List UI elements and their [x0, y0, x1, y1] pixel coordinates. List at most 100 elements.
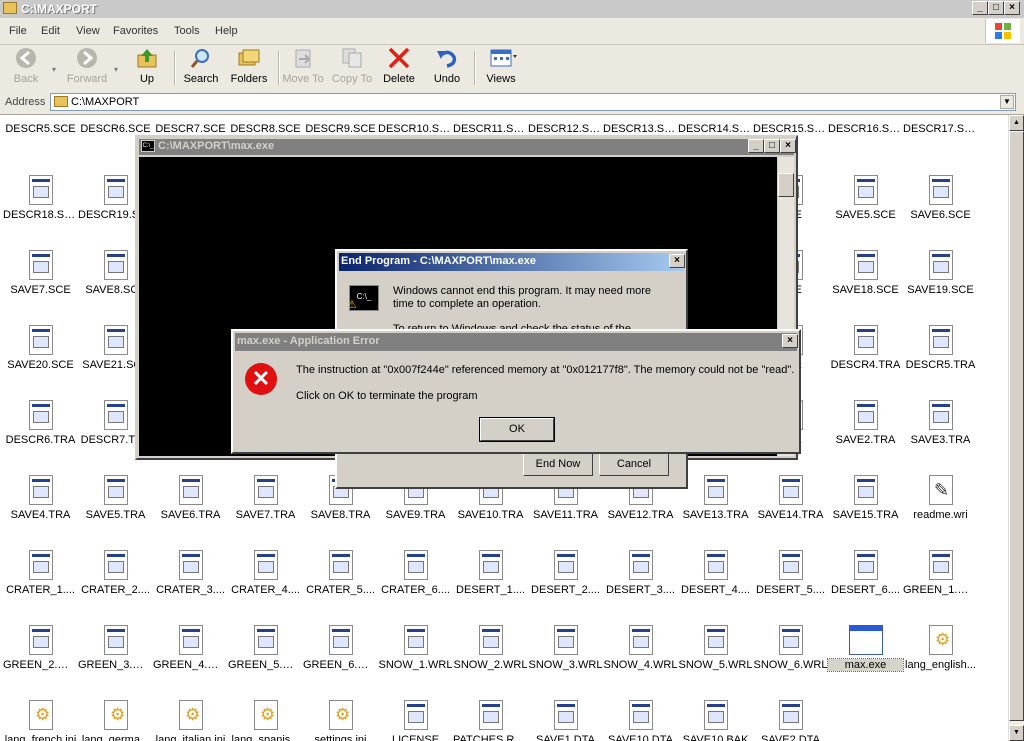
file-item[interactable]: SNOW_3.WRL: [528, 625, 603, 700]
file-item[interactable]: SAVE10.BAK: [678, 700, 753, 741]
file-item[interactable]: SAVE14.TRA: [753, 475, 828, 550]
file-item[interactable]: DESERT_4....: [678, 550, 753, 625]
file-item[interactable]: CRATER_2....: [78, 550, 153, 625]
file-item[interactable]: lang_italian.ini: [153, 700, 228, 741]
end-program-close-button[interactable]: ×: [669, 254, 685, 268]
file-item[interactable]: LICENSE: [378, 700, 453, 741]
scroll-up-arrow-icon[interactable]: ▲: [1009, 115, 1024, 131]
back-dropdown-icon[interactable]: ▾: [52, 65, 56, 74]
file-item[interactable]: SNOW_4.WRL: [603, 625, 678, 700]
application-error-close-button[interactable]: ×: [782, 334, 798, 348]
views-button[interactable]: Views: [481, 47, 521, 89]
file-item[interactable]: SAVE6.SCE: [903, 175, 978, 250]
file-item[interactable]: SNOW_2.WRL: [453, 625, 528, 700]
menu-edit[interactable]: Edit: [41, 25, 60, 37]
maximize-button[interactable]: □: [988, 1, 1004, 15]
file-item[interactable]: GREEN_5.WRL: [228, 625, 303, 700]
ok-button[interactable]: OK: [479, 417, 555, 442]
window-title-bar[interactable]: C:\MAXPORT _ □ ×: [0, 0, 1024, 18]
end-now-button[interactable]: End Now: [523, 453, 593, 476]
file-item[interactable]: DESERT_3....: [603, 550, 678, 625]
file-item[interactable]: GREEN_3.WRL: [78, 625, 153, 700]
file-item[interactable]: CRATER_3....: [153, 550, 228, 625]
file-item[interactable]: SAVE2.DTA: [753, 700, 828, 741]
file-item[interactable]: SAVE2.TRA: [828, 400, 903, 475]
file-item[interactable]: SAVE15.TRA: [828, 475, 903, 550]
menu-file[interactable]: File: [9, 25, 27, 37]
up-button[interactable]: Up: [130, 47, 164, 89]
file-icon: [554, 550, 578, 580]
console-scroll-thumb[interactable]: [778, 173, 794, 197]
minimize-button[interactable]: _: [972, 1, 988, 15]
file-item[interactable]: settings.ini: [303, 700, 378, 741]
file-item[interactable]: GREEN_2.WRL: [3, 625, 78, 700]
address-dropdown-icon[interactable]: ▼: [1000, 95, 1014, 109]
file-item[interactable]: CRATER_5....: [303, 550, 378, 625]
file-item[interactable]: SAVE13.TRA: [678, 475, 753, 550]
file-item[interactable]: SNOW_1.WRL: [378, 625, 453, 700]
menu-favorites[interactable]: Favorites: [113, 25, 158, 37]
file-item[interactable]: DESCR6.TRA: [3, 400, 78, 475]
file-name: SAVE19.SCE: [907, 284, 974, 296]
file-item[interactable]: SAVE3.TRA: [903, 400, 978, 475]
console-maximize-button[interactable]: □: [764, 139, 780, 153]
console-close-button[interactable]: ×: [780, 139, 796, 153]
menu-view[interactable]: View: [76, 25, 100, 37]
menu-help[interactable]: Help: [215, 25, 238, 37]
close-button[interactable]: ×: [1004, 1, 1020, 15]
cancel-button[interactable]: Cancel: [599, 453, 669, 476]
end-program-title-bar[interactable]: End Program - C:\MAXPORT\max.exe ×: [339, 253, 685, 271]
file-item[interactable]: DESCR18.SCE: [3, 175, 78, 250]
folders-icon: [237, 47, 261, 69]
file-item[interactable]: CRATER_4....: [228, 550, 303, 625]
file-item[interactable]: DESERT_1....: [453, 550, 528, 625]
file-item[interactable]: SNOW_6.WRL: [753, 625, 828, 700]
file-item[interactable]: DESERT_6....: [828, 550, 903, 625]
file-item[interactable]: GREEN_1.WRL: [903, 550, 978, 625]
undo-button[interactable]: Undo: [428, 47, 466, 89]
file-item[interactable]: lang_spanis...: [228, 700, 303, 741]
move-to-button[interactable]: Move To: [281, 47, 325, 89]
file-item[interactable]: CRATER_1....: [3, 550, 78, 625]
file-item[interactable]: readme.wri: [903, 475, 978, 550]
file-item[interactable]: lang_french.ini: [3, 700, 78, 741]
file-item[interactable]: DESERT_2....: [528, 550, 603, 625]
file-item[interactable]: max.exe: [827, 625, 904, 700]
file-item[interactable]: SAVE5.TRA: [78, 475, 153, 550]
file-item[interactable]: DESCR5.TRA: [903, 325, 978, 400]
file-item[interactable]: DESERT_5....: [753, 550, 828, 625]
file-item[interactable]: CRATER_6....: [378, 550, 453, 625]
file-item[interactable]: SAVE19.SCE: [903, 250, 978, 325]
scroll-down-arrow-icon[interactable]: ▼: [1009, 725, 1024, 741]
application-error-title-bar[interactable]: max.exe - Application Error ×: [235, 333, 798, 351]
file-item[interactable]: SAVE10.DTA: [603, 700, 678, 741]
back-button[interactable]: Back: [6, 47, 46, 89]
file-item[interactable]: SAVE7.SCE: [3, 250, 78, 325]
file-item[interactable]: SNOW_5.WRL: [678, 625, 753, 700]
file-item[interactable]: lang_english...: [903, 625, 978, 700]
forward-dropdown-icon[interactable]: ▾: [114, 65, 118, 74]
delete-button[interactable]: Delete: [380, 47, 418, 89]
scroll-thumb[interactable]: [1009, 131, 1024, 721]
console-minimize-button[interactable]: _: [748, 139, 764, 153]
file-item[interactable]: lang_germa...: [78, 700, 153, 741]
file-item[interactable]: SAVE6.TRA: [153, 475, 228, 550]
vertical-scrollbar[interactable]: ▲ ▼: [1008, 115, 1024, 741]
search-button[interactable]: Search: [181, 47, 221, 89]
address-input[interactable]: C:\MAXPORT ▼: [50, 93, 1016, 111]
file-item[interactable]: SAVE18.SCE: [828, 250, 903, 325]
file-item[interactable]: SAVE5.SCE: [828, 175, 903, 250]
file-item[interactable]: DESCR4.TRA: [828, 325, 903, 400]
forward-button[interactable]: Forward: [64, 47, 110, 89]
file-item[interactable]: GREEN_4.WRL: [153, 625, 228, 700]
file-item[interactable]: SAVE7.TRA: [228, 475, 303, 550]
file-item[interactable]: SAVE1.DTA: [528, 700, 603, 741]
menu-tools[interactable]: Tools: [174, 25, 200, 37]
console-title-bar[interactable]: C:\_ C:\MAXPORT\max.exe _ □ ×: [139, 139, 796, 155]
folders-button[interactable]: Folders: [228, 47, 270, 89]
file-item[interactable]: SAVE4.TRA: [3, 475, 78, 550]
file-item[interactable]: GREEN_6.WRL: [303, 625, 378, 700]
file-item[interactable]: PATCHES.RES: [453, 700, 528, 741]
file-item[interactable]: SAVE20.SCE: [3, 325, 78, 400]
copy-to-button[interactable]: Copy To: [330, 47, 374, 89]
